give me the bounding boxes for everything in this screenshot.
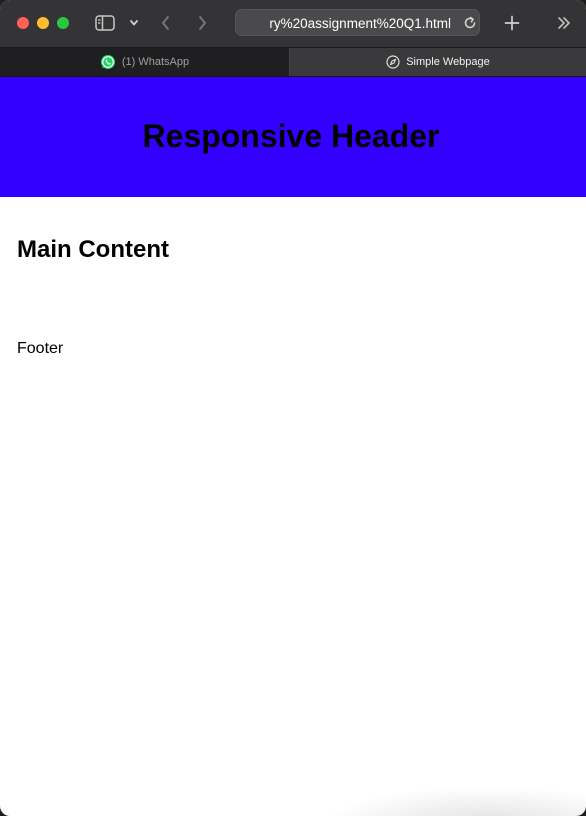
header-title: Responsive Header <box>142 117 440 154</box>
tab-whatsapp[interactable]: (1) WhatsApp <box>0 48 290 76</box>
browser-window: ry%20assignment%20Q1.html (1) WhatsApp S… <box>0 0 586 816</box>
new-tab-icon[interactable] <box>501 12 523 34</box>
chevron-down-icon[interactable] <box>123 12 145 34</box>
tab-simple-webpage[interactable]: Simple Webpage <box>290 48 586 76</box>
compass-icon <box>386 55 400 69</box>
close-window-button[interactable] <box>17 17 29 29</box>
page-header: Responsive Header <box>0 77 586 197</box>
minimize-window-button[interactable] <box>37 17 49 29</box>
window-shadow <box>320 786 586 816</box>
tab-label: Simple Webpage <box>406 56 490 68</box>
reload-icon[interactable] <box>462 15 478 31</box>
whatsapp-icon <box>100 54 116 70</box>
footer: Footer <box>17 340 64 357</box>
zoom-window-button[interactable] <box>57 17 69 29</box>
tab-label: (1) WhatsApp <box>121 56 190 68</box>
tab-bar: (1) WhatsApp Simple Webpage <box>0 48 586 77</box>
title-bar: ry%20assignment%20Q1.html <box>0 0 586 48</box>
more-chevrons-icon[interactable] <box>553 12 575 34</box>
forward-icon[interactable] <box>191 12 213 34</box>
address-bar[interactable]: ry%20assignment%20Q1.html <box>235 9 480 36</box>
sidebar-toggle-icon[interactable] <box>94 12 116 34</box>
address-text: ry%20assignment%20Q1.html <box>269 16 451 31</box>
back-icon[interactable] <box>155 12 177 34</box>
main-content-heading: Main Content <box>17 236 169 263</box>
